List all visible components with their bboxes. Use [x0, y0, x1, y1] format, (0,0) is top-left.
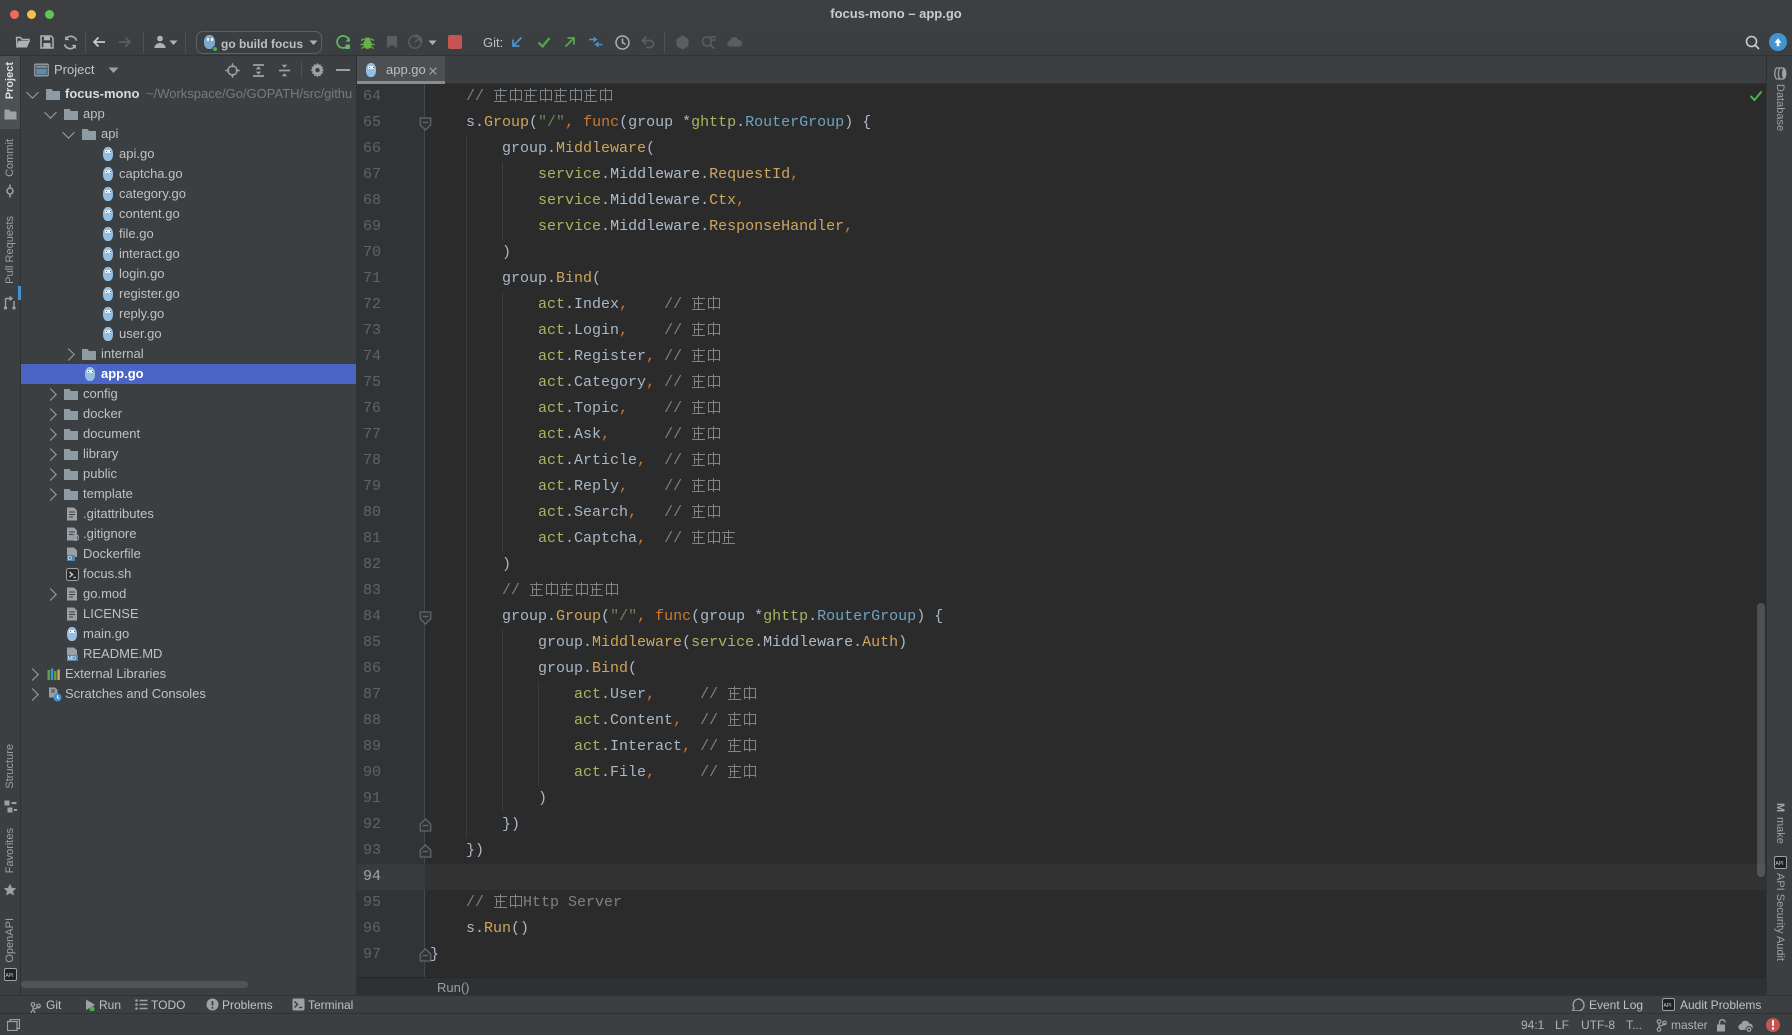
svg-text:D: D: [68, 556, 72, 561]
svg-text:API: API: [1776, 861, 1784, 867]
svg-text:MD: MD: [68, 656, 77, 661]
svg-text:API: API: [6, 973, 14, 979]
svg-text:API: API: [1664, 1003, 1672, 1009]
